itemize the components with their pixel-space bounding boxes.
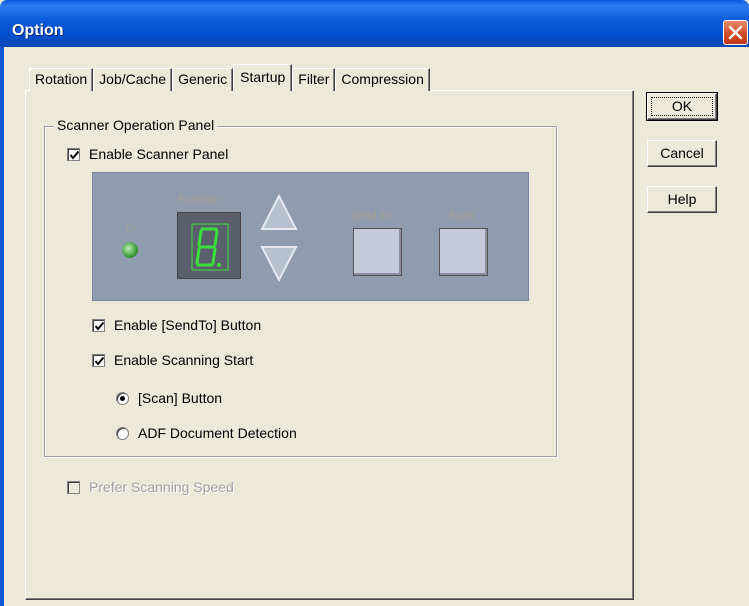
ok-button[interactable]: OK	[646, 92, 718, 121]
checkbox-box	[67, 480, 80, 494]
enable-scanner-panel-label: Enable Scanner Panel	[89, 146, 229, 162]
tab-compression[interactable]: Compression	[335, 68, 430, 91]
cancel-button[interactable]: Cancel	[647, 140, 717, 167]
enable-scanning-start-label: Enable Scanning Start	[114, 352, 254, 368]
enable-sendto-checkbox[interactable]: Enable [SendTo] Button	[92, 317, 261, 333]
seven-segment-display	[177, 212, 241, 279]
digit-display-icon	[191, 223, 229, 271]
function-label: Function	[178, 194, 221, 206]
radio-circle	[116, 426, 129, 440]
tab-job-cache[interactable]: Job/Cache	[93, 68, 173, 91]
tab-strip: Rotation Job/Cache Generic Startup Filte…	[29, 64, 430, 91]
sendto-label: Send To	[351, 210, 392, 222]
enable-scanning-start-checkbox[interactable]: Enable Scanning Start	[92, 352, 253, 368]
adf-detection-radio-label: ADF Document Detection	[138, 425, 297, 441]
tab-startup[interactable]: Startup	[233, 64, 293, 91]
close-button[interactable]	[723, 20, 748, 45]
radio-circle	[116, 391, 129, 405]
checkmark-icon	[69, 150, 80, 160]
title-bar: Option	[0, 0, 749, 47]
close-icon	[728, 25, 743, 40]
scan-label: Scan	[449, 210, 475, 222]
checkbox-box	[92, 353, 105, 367]
checkmark-icon	[94, 356, 105, 366]
prefer-scanning-speed-label: Prefer Scanning Speed	[89, 479, 234, 495]
checkmark-icon	[94, 321, 105, 331]
prefer-scanning-speed-checkbox[interactable]: Prefer Scanning Speed	[67, 479, 234, 495]
power-led-icon	[122, 242, 138, 258]
checkbox-box	[92, 318, 105, 332]
tab-rotation[interactable]: Rotation	[29, 68, 94, 91]
radio-dot	[120, 395, 125, 401]
ok-button-label: OK	[651, 97, 713, 116]
sendto-panel-button	[353, 228, 402, 276]
scan-panel-button	[439, 228, 488, 276]
power-icon: ⏻	[126, 222, 135, 234]
arrow-up-icon	[260, 193, 298, 230]
window-title: Option	[12, 22, 64, 39]
checkbox-box	[67, 147, 80, 161]
tab-filter[interactable]: Filter	[292, 68, 336, 91]
scan-button-radio[interactable]: [Scan] Button	[116, 390, 222, 406]
group-title: Scanner Operation Panel	[54, 117, 218, 133]
adf-detection-radio[interactable]: ADF Document Detection	[116, 425, 297, 441]
help-button[interactable]: Help	[647, 186, 717, 213]
scan-button-radio-label: [Scan] Button	[138, 390, 223, 406]
arrow-down-icon	[260, 246, 298, 283]
tab-generic[interactable]: Generic	[172, 68, 234, 91]
enable-sendto-label: Enable [SendTo] Button	[114, 317, 262, 333]
enable-scanner-panel-checkbox[interactable]: Enable Scanner Panel	[67, 146, 228, 162]
